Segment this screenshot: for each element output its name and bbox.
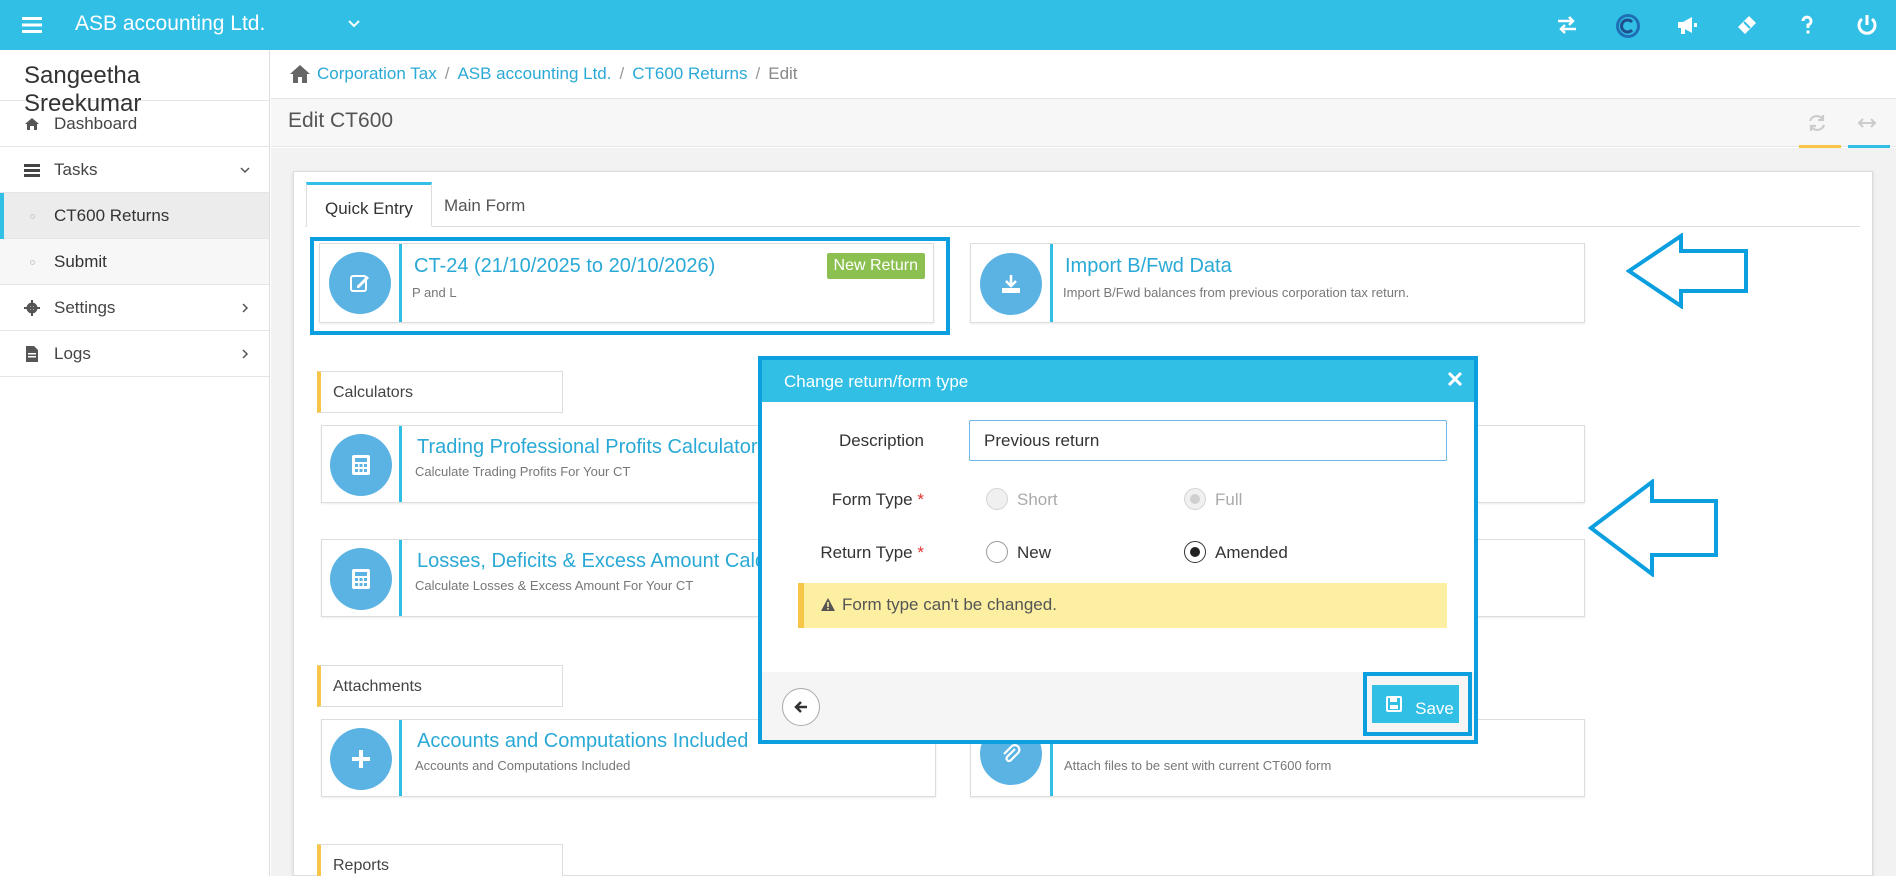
calculator-icon xyxy=(330,548,392,610)
home-icon[interactable] xyxy=(289,64,311,84)
menu-icon[interactable] xyxy=(20,13,44,37)
card-divider xyxy=(399,720,402,796)
page-header: Edit CT600 xyxy=(271,99,1896,149)
sidebar-item-label: Dashboard xyxy=(54,114,138,133)
sidebar-item-label: CT600 Returns xyxy=(54,206,170,225)
sidebar-item-dashboard[interactable]: Dashboard xyxy=(0,101,269,147)
radio-label: New xyxy=(1017,543,1052,562)
card-subtitle: Calculate Losses & Excess Amount For You… xyxy=(415,578,694,593)
company-name[interactable]: ASB accounting Ltd. xyxy=(75,12,265,36)
sidebar-item-label: Submit xyxy=(54,252,107,271)
warning-text: Form type can't be changed. xyxy=(842,595,1057,614)
tasks-icon xyxy=(24,162,40,178)
bullet-icon xyxy=(30,260,35,265)
calculator-icon xyxy=(330,434,392,496)
card-divider xyxy=(399,426,402,502)
chevron-down-icon[interactable] xyxy=(345,15,363,33)
radio-label: Short xyxy=(1017,490,1058,509)
form-type-full-radio[interactable] xyxy=(1184,488,1206,510)
highlight-box xyxy=(310,237,950,335)
tab-main-form[interactable]: Main Form xyxy=(426,182,543,227)
section-reports: Reports xyxy=(317,844,563,876)
chevron-down-icon xyxy=(239,164,251,176)
return-type-amended-radio[interactable] xyxy=(1184,541,1206,563)
sidebar-item-ct600-returns[interactable]: CT600 Returns xyxy=(0,193,269,239)
form-type-short-radio[interactable] xyxy=(986,488,1008,510)
return-type-new-radio[interactable] xyxy=(986,541,1008,563)
sidebar-item-label: Tasks xyxy=(54,160,98,179)
user-name: Sangeetha Sreekumar xyxy=(0,50,269,117)
return-type-label: Return Type * xyxy=(820,543,924,562)
radio-selected-dot xyxy=(1190,547,1200,557)
description-label: Description xyxy=(838,431,924,450)
plus-icon xyxy=(330,728,392,790)
sidebar-item-logs[interactable]: Logs xyxy=(0,331,269,377)
card-subtitle: Attach files to be sent with current CT6… xyxy=(1064,758,1332,773)
close-icon[interactable] xyxy=(1446,370,1464,388)
section-calculators: Calculators xyxy=(317,371,563,413)
sidebar: Sangeetha Sreekumar Dashboard Tasks CT60… xyxy=(0,50,270,876)
back-button[interactable] xyxy=(782,688,820,726)
radio-selected-dot xyxy=(1190,494,1200,504)
sidebar-item-label: Settings xyxy=(54,298,116,317)
card-divider xyxy=(1050,244,1053,322)
card-title[interactable]: Trading Professional Profits Calculator xyxy=(417,436,758,459)
sidebar-item-submit[interactable]: Submit xyxy=(0,239,269,285)
card-divider xyxy=(399,540,402,616)
card-subtitle: Calculate Trading Profits For Your CT xyxy=(415,464,631,479)
card-title[interactable]: Import B/Fwd Data xyxy=(1065,255,1232,278)
warning-icon xyxy=(821,598,835,611)
chevron-right-icon xyxy=(239,302,251,314)
file-icon xyxy=(24,346,40,362)
bullet-icon xyxy=(30,214,35,219)
breadcrumb: Corporation Tax / ASB accounting Ltd. / CT60… xyxy=(317,64,798,83)
arrow-left-icon xyxy=(1626,233,1750,309)
breadcrumb-link[interactable]: Corporation Tax xyxy=(317,64,437,83)
arrow-left-icon xyxy=(1588,479,1720,577)
section-attachments: Attachments xyxy=(317,665,563,707)
warning-alert: Form type can't be changed. xyxy=(798,583,1447,628)
tab-quick-entry[interactable]: Quick Entry xyxy=(306,182,432,227)
swap-icon[interactable] xyxy=(1555,13,1579,37)
arrow-back-icon xyxy=(794,701,807,713)
card-title[interactable]: Losses, Deficits & Excess Amount Calcula… xyxy=(417,550,815,573)
breadcrumb-link[interactable]: ASB accounting Ltd. xyxy=(457,64,611,83)
breadcrumb-link[interactable]: CT600 Returns xyxy=(632,64,747,83)
question-icon[interactable] xyxy=(1795,13,1819,37)
home-icon xyxy=(24,116,40,132)
modal-header: Change return/form type xyxy=(762,360,1474,402)
description-input[interactable] xyxy=(969,420,1447,461)
import-card[interactable]: Import B/Fwd Data Import B/Fwd balances … xyxy=(970,243,1585,323)
breadcrumb-current: Edit xyxy=(768,64,798,83)
gear-icon xyxy=(24,300,40,316)
modal-title: Change return/form type xyxy=(784,372,969,391)
card-subtitle: Import B/Fwd balances from previous corp… xyxy=(1063,285,1410,300)
radio-label: Amended xyxy=(1215,543,1288,562)
tab-bar: Quick Entry Main Form xyxy=(305,182,1860,227)
megaphone-icon[interactable] xyxy=(1675,13,1699,37)
power-icon[interactable] xyxy=(1855,13,1879,37)
c-logo-icon[interactable] xyxy=(1615,13,1640,38)
ticket-icon[interactable] xyxy=(1735,13,1759,37)
required-mark: * xyxy=(917,490,924,509)
download-icon xyxy=(980,253,1042,315)
required-mark: * xyxy=(917,543,924,562)
sidebar-item-settings[interactable]: Settings xyxy=(0,285,269,331)
highlight-box xyxy=(1363,672,1472,736)
card-title[interactable]: Accounts and Computations Included xyxy=(417,730,748,753)
sidebar-item-label: Logs xyxy=(54,344,91,363)
form-type-label: Form Type * xyxy=(831,490,924,509)
sidebar-item-tasks[interactable]: Tasks xyxy=(0,147,269,193)
chevron-right-icon xyxy=(239,348,251,360)
radio-label: Full xyxy=(1215,490,1243,509)
top-bar: ASB accounting Ltd. xyxy=(0,0,1896,50)
expand-horizontal-icon[interactable] xyxy=(1857,113,1877,133)
refresh-icon[interactable] xyxy=(1807,113,1827,133)
card-subtitle: Accounts and Computations Included xyxy=(415,758,631,773)
page-title: Edit CT600 xyxy=(288,109,394,132)
breadcrumb-bar: Corporation Tax / ASB accounting Ltd. / CT60… xyxy=(271,50,1896,99)
